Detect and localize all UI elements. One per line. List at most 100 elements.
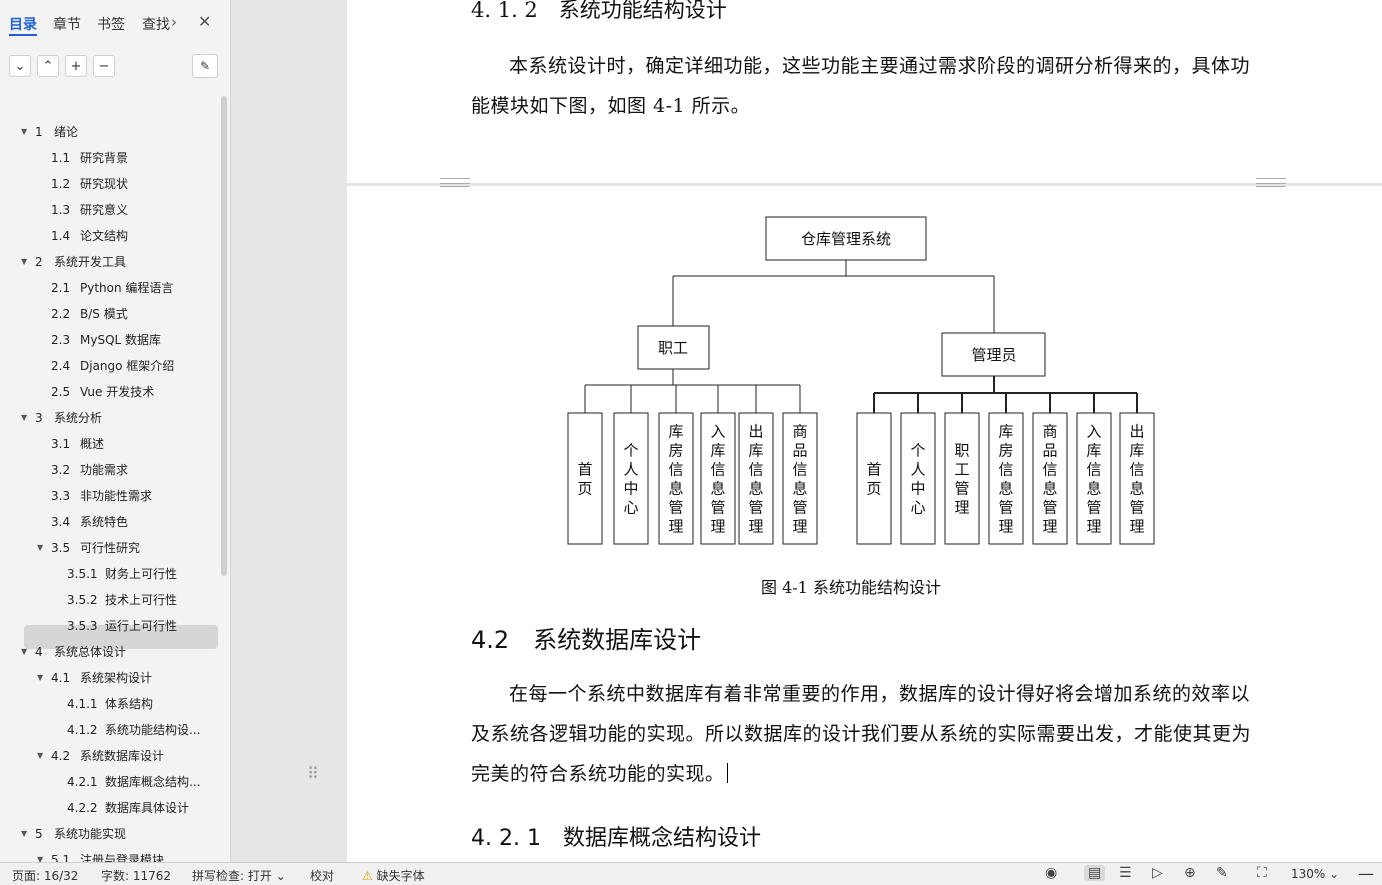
word-count[interactable]: 字数: 11762 (101, 867, 171, 884)
toc-item[interactable]: 3.1 概述 (0, 431, 222, 457)
toc-item[interactable]: 3.5.2 技术上可行性 (0, 587, 222, 613)
remove-heading-button[interactable]: − (93, 55, 115, 77)
toc-label: 系统开发工具 (54, 255, 127, 269)
toc-item[interactable]: 3.2 功能需求 (0, 457, 222, 483)
toc-number: 1.2 (51, 177, 71, 191)
expand-triangle-icon[interactable]: ▼ (37, 847, 43, 862)
spell-check-toggle[interactable]: 拼写检查: 打开 ⌄ (192, 867, 286, 884)
zoom-value: 130% (1291, 867, 1326, 881)
proofread-button[interactable]: 校对 (310, 867, 334, 884)
toc-number: 4.1.1 (67, 697, 98, 711)
pen-icon[interactable]: ✎ (1216, 865, 1228, 881)
toc-item[interactable]: ▼ 2 系统开发工具 (0, 249, 222, 275)
tab-bookmarks[interactable]: 书签 (97, 14, 125, 34)
toc-item[interactable]: 2.2 B/S 模式 (0, 301, 222, 327)
toc-item[interactable]: ▼ 4.2 系统数据库设计 (0, 743, 222, 769)
tab-chapters[interactable]: 章节 (53, 14, 81, 34)
chevron-right-icon[interactable]: › (171, 13, 177, 31)
toc-item[interactable]: 2.1 Python 编程语言 (0, 275, 222, 301)
drag-handle-icon[interactable]: ⠿ (307, 764, 319, 783)
outline-style-icon[interactable]: ✎ (192, 54, 218, 78)
outline-view-icon[interactable]: ☰ (1119, 865, 1132, 881)
expand-triangle-icon[interactable]: ▼ (21, 249, 27, 275)
toc-item[interactable]: ▼ 5 系统功能实现 (0, 821, 222, 847)
toc-item[interactable]: 4.1.2 系统功能结构设... (0, 717, 222, 743)
figure-caption: 图 4-1 系统功能结构设计 (761, 578, 941, 597)
paragraph-function-intro[interactable]: 本系统设计时，确定详细功能，这些功能主要通过需求阶段的调研分析得来的，具体功能模… (471, 46, 1261, 126)
leaf-node-label: 库房信息管理 (998, 423, 1013, 536)
expand-down-button[interactable]: ⌄ (9, 55, 31, 77)
toc-number: 3 (35, 411, 43, 425)
web-view-icon[interactable]: ⊕ (1184, 865, 1196, 881)
chevron-down-icon: ⌄ (275, 869, 286, 883)
toc-item[interactable]: ▼ 5.1 注册与登录模块 (0, 847, 222, 862)
paragraph-database-intro[interactable]: 在每一个系统中数据库有着非常重要的作用，数据库的设计得好将会增加系统的效率以及系… (471, 674, 1261, 794)
toc-label: 系统功能结构设... (105, 723, 201, 737)
tab-find[interactable]: 查找 (142, 14, 170, 34)
sidebar-scrollbar[interactable] (221, 96, 227, 576)
toc-number: 3.5.2 (67, 593, 98, 607)
toc-number: 4.2.1 (67, 775, 98, 789)
page-indicator[interactable]: 页面: 16/32 (12, 867, 78, 884)
expand-triangle-icon[interactable]: ▼ (21, 821, 27, 847)
admin-node-label: 管理员 (971, 346, 1016, 364)
close-icon[interactable]: ✕ (198, 12, 211, 31)
toc-item[interactable]: 4.2.1 数据库概念结构... (0, 769, 222, 795)
expand-triangle-icon[interactable]: ▼ (21, 119, 27, 145)
tab-contents[interactable]: 目录 (9, 14, 37, 34)
toc-item[interactable]: 3.5.3 运行上可行性 (0, 613, 222, 639)
toc-item[interactable]: 1.2 研究现状 (0, 171, 222, 197)
toc-number: 3.5.3 (67, 619, 98, 633)
expand-triangle-icon[interactable]: ▼ (37, 665, 43, 691)
play-icon[interactable]: ▷ (1152, 865, 1163, 881)
toc-number: 5 (35, 827, 43, 841)
toc-label: 系统特色 (80, 515, 129, 529)
fit-page-icon[interactable]: ⛶ (1257, 865, 1267, 881)
toc-item[interactable]: 4.1.1 体系结构 (0, 691, 222, 717)
admin-leaf-node (900, 412, 936, 545)
toc-item[interactable]: 2.3 MySQL 数据库 (0, 327, 222, 353)
toc-item[interactable]: 1.4 论文结构 (0, 223, 222, 249)
toc-item[interactable]: 3.3 非功能性需求 (0, 483, 222, 509)
page-view-icon[interactable]: ▤ (1084, 865, 1106, 881)
heading-4-1-2: 4. 1. 2 系统功能结构设计 (471, 0, 727, 22)
expand-triangle-icon[interactable]: ▼ (37, 743, 43, 769)
toc-item[interactable]: ▼ 3.5 可行性研究 (0, 535, 222, 561)
toc-item[interactable]: 1.3 研究意义 (0, 197, 222, 223)
toc-item[interactable]: 3.4 系统特色 (0, 509, 222, 535)
toc-item[interactable]: 4.2.2 数据库具体设计 (0, 795, 222, 821)
toc-item[interactable]: ▼ 1 绪论 (0, 119, 222, 145)
toc-label: 技术上可行性 (105, 593, 178, 607)
toc-item[interactable]: 3.5.1 财务上可行性 (0, 561, 222, 587)
expand-triangle-icon[interactable]: ▼ (21, 405, 27, 431)
admin-leaf-node (856, 412, 892, 545)
expand-triangle-icon[interactable]: ▼ (21, 639, 27, 665)
toc-label: 非功能性需求 (80, 489, 153, 503)
expand-triangle-icon[interactable]: ▼ (37, 535, 43, 561)
admin-leaf-node (944, 412, 980, 545)
toc-item[interactable]: ▼ 4.1 系统架构设计 (0, 665, 222, 691)
sidebar-tabs: 目录 章节 书签 查找 › ✕ (0, 0, 230, 46)
zoom-out-button[interactable]: — (1358, 864, 1374, 883)
toc-number: 4.1 (51, 671, 71, 685)
heading-4-2-1: 4. 2. 1 数据库概念结构设计 (471, 826, 761, 851)
toc-item[interactable]: 2.5 Vue 开发技术 (0, 379, 222, 405)
document-area: 4. 1. 2 系统功能结构设计 本系统设计时，确定详细功能，这些功能主要通过需… (231, 0, 1382, 862)
heading-4-2: 4.2 系统数据库设计 (471, 626, 702, 654)
eye-icon[interactable]: ◉ (1045, 865, 1057, 881)
toc-item[interactable]: ▼ 3 系统分析 (0, 405, 222, 431)
collapse-up-button[interactable]: ⌃ (37, 55, 59, 77)
toc-item[interactable]: 2.4 Django 框架介绍 (0, 353, 222, 379)
leaf-node-label: 个人中心 (623, 442, 638, 517)
missing-font-button[interactable]: ⚠ 缺失字体 (362, 867, 425, 884)
toc-item[interactable]: ▼ 4 系统总体设计 (0, 639, 222, 665)
add-heading-button[interactable]: + (65, 55, 87, 77)
toc-item[interactable]: 1.1 研究背景 (0, 145, 222, 171)
missing-font-label: 缺失字体 (376, 869, 425, 883)
leaf-node-label: 库房信息管理 (668, 423, 683, 536)
toc-label: 注册与登录模块 (80, 853, 165, 862)
toc-label: 财务上可行性 (105, 567, 178, 581)
zoom-level[interactable]: 130% ⌄ (1291, 867, 1339, 881)
toc-label: 绪论 (54, 125, 79, 139)
paragraph-text: 在每一个系统中数据库有着非常重要的作用，数据库的设计得好将会增加系统的效率以及系… (471, 683, 1252, 785)
